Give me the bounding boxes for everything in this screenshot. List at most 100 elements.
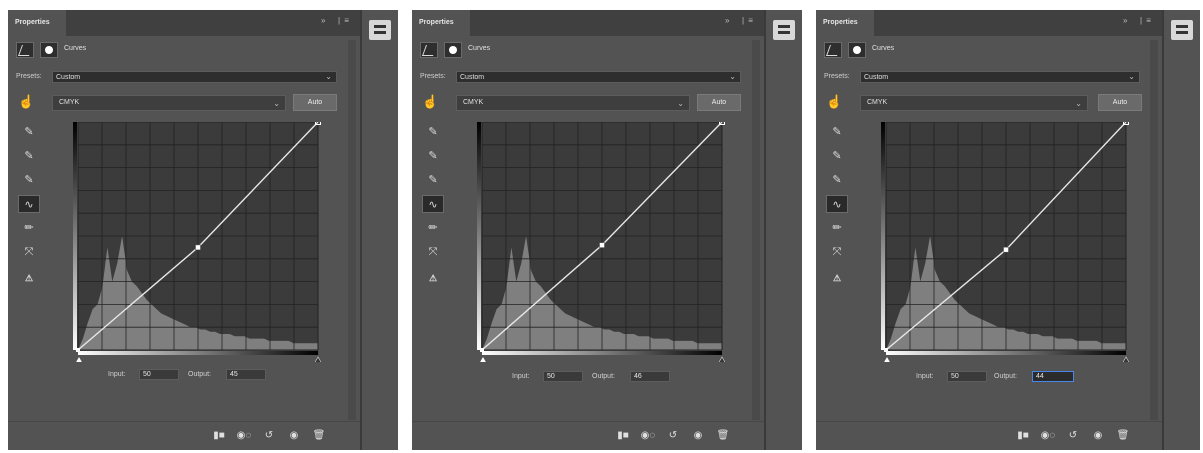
tab-properties[interactable]: Properties — [412, 10, 470, 36]
scrollbar[interactable] — [348, 40, 356, 420]
gray-point-eyedropper-icon[interactable]: ✎ — [826, 147, 848, 165]
adjustments-panel-icon[interactable] — [369, 20, 391, 40]
adjustments-panel-icon[interactable] — [773, 20, 795, 40]
tab-properties[interactable]: Properties — [816, 10, 874, 36]
reset-icon[interactable]: ↺ — [1065, 430, 1081, 442]
pencil-icon[interactable]: ✏ — [422, 219, 444, 237]
delete-icon[interactable]: 🗑 — [311, 430, 327, 442]
white-point-eyedropper-icon[interactable]: ✎ — [18, 171, 40, 189]
black-input-slider[interactable] — [883, 357, 891, 362]
black-input-slider[interactable] — [75, 357, 83, 362]
targeted-adjustment-icon[interactable]: ☝ — [422, 94, 438, 110]
layer-mask-icon[interactable] — [40, 42, 58, 58]
tab-properties[interactable]: Properties — [8, 10, 66, 36]
auto-button[interactable]: Auto — [697, 94, 741, 111]
smooth-icon[interactable]: ⤧ — [422, 243, 444, 261]
channel-dropdown[interactable]: CMYK ⌄ — [456, 95, 690, 111]
smooth-icon[interactable]: ⤧ — [18, 243, 40, 261]
collapse-icon[interactable]: » — [321, 16, 326, 25]
properties-panel-3: Properties » | ≡ Curves Presets: Custom … — [816, 10, 1200, 450]
gray-point-eyedropper-icon[interactable]: ✎ — [18, 147, 40, 165]
curve-edit-icon[interactable]: ∿ — [422, 195, 444, 213]
presets-dropdown[interactable]: Custom ⌄ — [860, 71, 1140, 83]
input-field[interactable]: 50 — [139, 369, 179, 380]
channel-dropdown[interactable]: CMYK ⌄ — [860, 95, 1088, 111]
layer-mask-icon[interactable] — [848, 42, 866, 58]
input-field[interactable]: 50 — [947, 371, 987, 382]
black-point-handle[interactable] — [884, 348, 888, 352]
white-point-eyedropper-icon[interactable]: ✎ — [422, 171, 444, 189]
black-point-handle[interactable] — [480, 348, 484, 352]
collapse-icon[interactable]: » — [725, 16, 730, 25]
clipping-warning-icon[interactable]: ⚠ — [18, 269, 40, 287]
curve-edit-icon[interactable]: ∿ — [826, 195, 848, 213]
adjustment-title: Curves — [872, 45, 895, 52]
smooth-icon[interactable]: ⤧ — [826, 243, 848, 261]
pencil-icon[interactable]: ✏ — [826, 219, 848, 237]
presets-dropdown[interactable]: Custom ⌄ — [52, 71, 337, 83]
channel-dropdown[interactable]: CMYK ⌄ — [52, 95, 286, 111]
panel-menu-icon[interactable]: | ≡ — [1140, 16, 1152, 25]
clipping-warning-icon[interactable]: ⚠ — [422, 269, 444, 287]
auto-button[interactable]: Auto — [293, 94, 337, 111]
input-label: Input: — [916, 373, 934, 380]
panel-menu-icon[interactable]: | ≡ — [338, 16, 350, 25]
bottom-toolbar: ▮■ ◉◌ ↺ ◉ 🗑 — [412, 421, 764, 450]
black-point-handle[interactable] — [76, 348, 80, 352]
output-field[interactable]: 46 — [630, 371, 670, 382]
scrollbar[interactable] — [752, 40, 760, 420]
reset-icon[interactable]: ↺ — [665, 430, 681, 442]
clip-to-layer-icon[interactable]: ▮■ — [1015, 430, 1031, 442]
adjustment-title: Curves — [64, 45, 87, 52]
clip-to-layer-icon[interactable]: ▮■ — [615, 430, 631, 442]
curve-edit-icon[interactable]: ∿ — [18, 195, 40, 213]
clipping-warning-icon[interactable]: ⚠ — [826, 269, 848, 287]
curves-graph-svg[interactable] — [876, 122, 1131, 362]
view-previous-icon[interactable]: ◉◌ — [640, 430, 656, 442]
visibility-icon[interactable]: ◉ — [286, 430, 302, 442]
delete-icon[interactable]: 🗑 — [1115, 430, 1131, 442]
targeted-adjustment-icon[interactable]: ☝ — [826, 94, 842, 110]
presets-label: Presets: — [824, 73, 850, 80]
black-point-eyedropper-icon[interactable]: ✎ — [422, 123, 444, 141]
output-field[interactable]: 45 — [226, 369, 266, 380]
black-point-eyedropper-icon[interactable]: ✎ — [826, 123, 848, 141]
curve-control-point[interactable] — [1003, 246, 1009, 253]
panel-menu-icon[interactable]: | ≡ — [742, 16, 754, 25]
output-field[interactable]: 44 — [1032, 371, 1074, 382]
scrollbar[interactable] — [1150, 40, 1158, 420]
visibility-icon[interactable]: ◉ — [690, 430, 706, 442]
curves-graph[interactable] — [472, 122, 727, 362]
curves-graph[interactable] — [68, 122, 323, 362]
white-point-eyedropper-icon[interactable]: ✎ — [826, 171, 848, 189]
gray-point-eyedropper-icon[interactable]: ✎ — [422, 147, 444, 165]
input-field[interactable]: 50 — [543, 371, 583, 382]
targeted-adjustment-icon[interactable]: ☝ — [18, 94, 34, 110]
input-gradient-bar — [78, 351, 318, 355]
visibility-icon[interactable]: ◉ — [1090, 430, 1106, 442]
view-previous-icon[interactable]: ◉◌ — [236, 430, 252, 442]
curve-control-point[interactable] — [599, 242, 605, 248]
curves-graph[interactable] — [876, 122, 1131, 362]
curves-graph-svg[interactable] — [68, 122, 323, 362]
white-input-slider[interactable] — [1122, 356, 1130, 362]
black-point-eyedropper-icon[interactable]: ✎ — [18, 123, 40, 141]
reset-icon[interactable]: ↺ — [261, 430, 277, 442]
curves-adjustment-icon — [824, 42, 842, 58]
auto-button[interactable]: Auto — [1098, 94, 1142, 111]
curves-graph-svg[interactable] — [472, 122, 727, 362]
curve-control-point[interactable] — [195, 244, 201, 251]
delete-icon[interactable]: 🗑 — [715, 430, 731, 442]
presets-dropdown[interactable]: Custom ⌄ — [456, 71, 741, 83]
layer-mask-icon[interactable] — [444, 42, 462, 58]
view-previous-icon[interactable]: ◉◌ — [1040, 430, 1056, 442]
presets-value: Custom — [56, 74, 81, 81]
pencil-icon[interactable]: ✏ — [18, 219, 40, 237]
black-input-slider[interactable] — [479, 357, 487, 362]
white-input-slider[interactable] — [718, 356, 726, 362]
clip-to-layer-icon[interactable]: ▮■ — [211, 430, 227, 442]
white-input-slider[interactable] — [314, 356, 322, 362]
properties-panel-1: Properties » | ≡ Curves Presets: Custom … — [8, 10, 398, 450]
collapse-icon[interactable]: » — [1123, 16, 1128, 25]
adjustments-panel-icon[interactable] — [1171, 20, 1193, 40]
